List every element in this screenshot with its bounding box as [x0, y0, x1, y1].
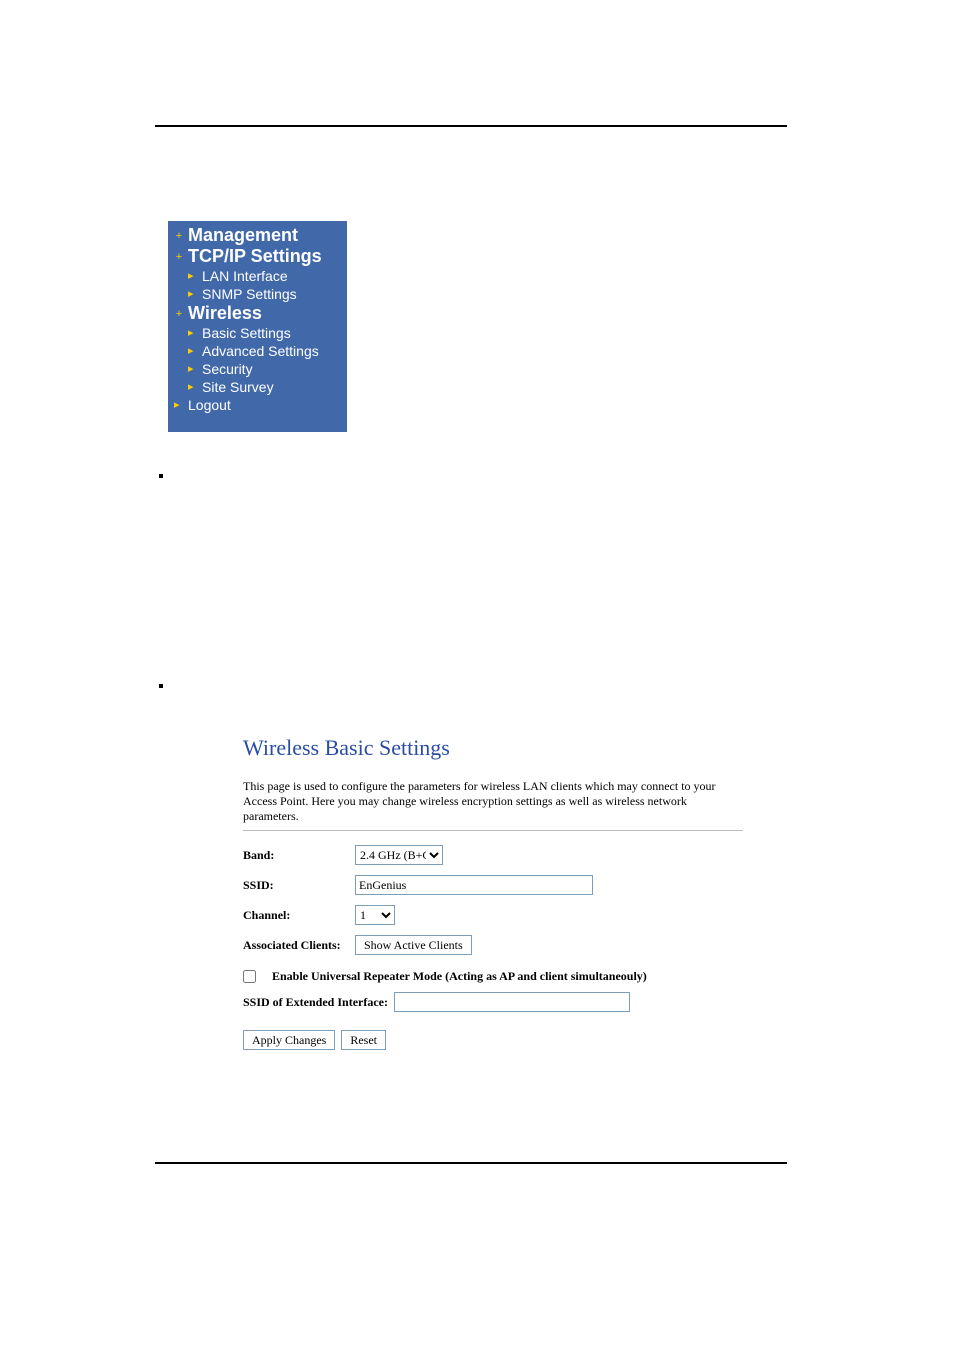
sidebar-item-advanced-settings[interactable]: ▸ Advanced Settings	[168, 342, 347, 360]
row-channel: Channel: 1	[243, 905, 757, 925]
band-select[interactable]: 2.4 GHz (B+G)	[355, 845, 443, 865]
repeater-label: Enable Universal Repeater Mode (Acting a…	[272, 969, 647, 984]
sidebar-item-management[interactable]: + Management	[168, 225, 347, 246]
sidebar-label: Logout	[188, 396, 231, 414]
row-band: Band: 2.4 GHz (B+G)	[243, 845, 757, 865]
button-row: Apply Changes Reset	[243, 1030, 757, 1050]
divider	[243, 830, 743, 831]
row-repeater-mode: Enable Universal Repeater Mode (Acting a…	[243, 969, 757, 984]
page-description: This page is used to configure the param…	[243, 779, 743, 824]
repeater-checkbox[interactable]	[243, 970, 256, 983]
divider-bottom	[155, 1162, 787, 1164]
bullet-icon	[159, 684, 163, 688]
channel-select[interactable]: 1	[355, 905, 395, 925]
arrow-icon: ▸	[188, 285, 198, 303]
channel-label: Channel:	[243, 908, 355, 923]
sidebar-item-security[interactable]: ▸ Security	[168, 360, 347, 378]
page-title: Wireless Basic Settings	[243, 735, 757, 761]
sidebar-item-wireless[interactable]: + Wireless	[168, 303, 347, 324]
sidebar-item-basic-settings[interactable]: ▸ Basic Settings	[168, 324, 347, 342]
sidebar-item-snmp-settings[interactable]: ▸ SNMP Settings	[168, 285, 347, 303]
row-ssid: SSID:	[243, 875, 757, 895]
reset-button[interactable]: Reset	[341, 1030, 386, 1050]
sidebar-label: Security	[202, 360, 253, 378]
sidebar-label: Site Survey	[202, 378, 274, 396]
sidebar-label: LAN Interface	[202, 267, 288, 285]
sidebar-label: TCP/IP Settings	[188, 246, 322, 267]
bullet-icon	[159, 474, 163, 478]
assoc-clients-label: Associated Clients:	[243, 938, 355, 953]
sidebar-item-logout[interactable]: ▸ Logout	[168, 396, 347, 414]
divider-top	[155, 125, 787, 127]
expand-icon: +	[174, 251, 184, 263]
apply-changes-button[interactable]: Apply Changes	[243, 1030, 335, 1050]
arrow-icon: ▸	[174, 396, 184, 414]
sidebar-label: Wireless	[188, 303, 262, 324]
ssid-label: SSID:	[243, 878, 355, 893]
row-associated-clients: Associated Clients: Show Active Clients	[243, 935, 757, 955]
expand-icon: +	[174, 308, 184, 320]
arrow-icon: ▸	[188, 324, 198, 342]
sidebar-item-tcpip[interactable]: + TCP/IP Settings	[168, 246, 347, 267]
sidebar-nav: + Management + TCP/IP Settings ▸ LAN Int…	[168, 221, 347, 432]
row-extended-ssid: SSID of Extended Interface:	[243, 992, 757, 1012]
sidebar-label: Management	[188, 225, 298, 246]
sidebar-item-lan-interface[interactable]: ▸ LAN Interface	[168, 267, 347, 285]
extended-ssid-input[interactable]	[394, 992, 630, 1012]
sidebar-label: SNMP Settings	[202, 285, 297, 303]
show-active-clients-button[interactable]: Show Active Clients	[355, 935, 472, 955]
arrow-icon: ▸	[188, 360, 198, 378]
sidebar-label: Advanced Settings	[202, 342, 319, 360]
arrow-icon: ▸	[188, 342, 198, 360]
band-label: Band:	[243, 848, 355, 863]
sidebar-label: Basic Settings	[202, 324, 291, 342]
ssid-input[interactable]	[355, 875, 593, 895]
wireless-basic-settings-panel: Wireless Basic Settings This page is use…	[243, 735, 757, 1050]
sidebar-item-site-survey[interactable]: ▸ Site Survey	[168, 378, 347, 396]
expand-icon: +	[174, 230, 184, 242]
extended-ssid-label: SSID of Extended Interface:	[243, 995, 388, 1010]
arrow-icon: ▸	[188, 267, 198, 285]
arrow-icon: ▸	[188, 378, 198, 396]
